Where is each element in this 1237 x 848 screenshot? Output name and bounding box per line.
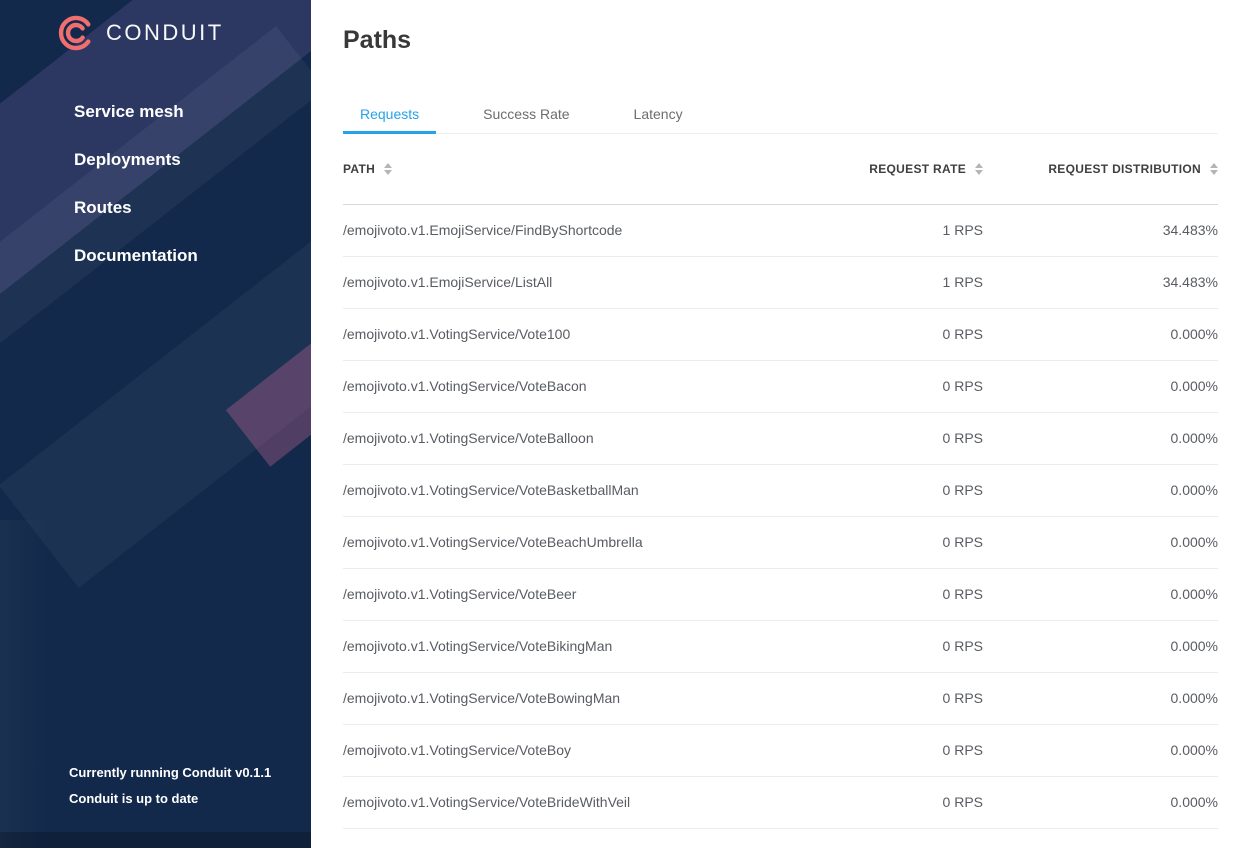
tab-latency[interactable]: Latency [617,97,700,133]
table-row: /emojivoto.v1.VotingService/VoteBasketba… [343,464,1218,516]
table-row: /emojivoto.v1.VotingService/VoteBacon0 R… [343,360,1218,412]
table-header-row: PATH REQUEST RATE REQUEST DISTRIBUTION [343,134,1218,204]
main-content: Paths Requests Success Rate Latency PATH R… [311,0,1237,848]
request-rate-cell: 0 RPS [743,516,983,568]
sidebar-decor-stripe [0,520,70,848]
path-cell: /emojivoto.v1.VotingService/VoteBikingMa… [343,620,743,672]
conduit-logo-text: CONDUIT [106,20,224,46]
column-header-path[interactable]: PATH [343,134,743,204]
request-distribution-cell: 0.000% [983,516,1218,568]
path-cell: /emojivoto.v1.VotingService/VoteBacon [343,360,743,412]
sidebar-item-deployments[interactable]: Deployments [0,136,311,184]
request-rate-cell: 0 RPS [743,828,983,848]
request-rate-cell: 0 RPS [743,672,983,724]
path-cell: /emojivoto.v1.VotingService/VoteBrideWit… [343,776,743,828]
request-rate-cell: 0 RPS [743,568,983,620]
column-header-label: REQUEST RATE [869,162,966,176]
sidebar-decor-bottom [0,832,311,848]
path-cell: /emojivoto.v1.EmojiService/ListAll [343,256,743,308]
table-row: /emojivoto.v1.VotingService/VoteBulb0 RP… [343,828,1218,848]
path-cell: /emojivoto.v1.VotingService/VoteBasketba… [343,464,743,516]
request-distribution-cell: 0.000% [983,568,1218,620]
request-distribution-cell: 0.000% [983,672,1218,724]
path-cell: /emojivoto.v1.VotingService/VoteBeachUmb… [343,516,743,568]
path-cell: /emojivoto.v1.VotingService/Vote100 [343,308,743,360]
column-header-request-rate[interactable]: REQUEST RATE [743,134,983,204]
path-cell: /emojivoto.v1.VotingService/VoteBeer [343,568,743,620]
sidebar-nav: Service meshDeploymentsRoutesDocumentati… [0,88,311,280]
sidebar-item-documentation[interactable]: Documentation [0,232,311,280]
request-rate-cell: 0 RPS [743,308,983,360]
table-row: /emojivoto.v1.VotingService/VoteBowingMa… [343,672,1218,724]
sort-icon [384,163,392,175]
sidebar: CONDUIT Service meshDeploymentsRoutesDoc… [0,0,311,848]
table-row: /emojivoto.v1.VotingService/VoteBikingMa… [343,620,1218,672]
sidebar-decor-accent [226,305,311,466]
sidebar-footer: Currently running Conduit v0.1.1 Conduit… [69,760,271,812]
path-cell: /emojivoto.v1.VotingService/VoteBowingMa… [343,672,743,724]
table-row: /emojivoto.v1.VotingService/VoteBalloon0… [343,412,1218,464]
request-rate-cell: 0 RPS [743,464,983,516]
conduit-logo-icon [56,13,96,53]
request-distribution-cell: 0.000% [983,412,1218,464]
table-row: /emojivoto.v1.EmojiService/FindByShortco… [343,204,1218,256]
table-row: /emojivoto.v1.VotingService/VoteBoy0 RPS… [343,724,1218,776]
request-distribution-cell: 0.000% [983,828,1218,848]
request-rate-cell: 0 RPS [743,360,983,412]
request-distribution-cell: 34.483% [983,204,1218,256]
table-row: /emojivoto.v1.VotingService/Vote1000 RPS… [343,308,1218,360]
table-row: /emojivoto.v1.VotingService/VoteBeachUmb… [343,516,1218,568]
request-distribution-cell: 0.000% [983,724,1218,776]
sidebar-item-routes[interactable]: Routes [0,184,311,232]
request-rate-cell: 0 RPS [743,412,983,464]
request-distribution-cell: 0.000% [983,620,1218,672]
sort-icon [1210,163,1218,175]
path-cell: /emojivoto.v1.VotingService/VoteBalloon [343,412,743,464]
path-cell: /emojivoto.v1.VotingService/VoteBoy [343,724,743,776]
update-status-line: Conduit is up to date [69,786,271,812]
request-distribution-cell: 0.000% [983,776,1218,828]
request-distribution-cell: 0.000% [983,360,1218,412]
request-rate-cell: 1 RPS [743,204,983,256]
table-row: /emojivoto.v1.VotingService/VoteBrideWit… [343,776,1218,828]
table-row: /emojivoto.v1.EmojiService/ListAll1 RPS3… [343,256,1218,308]
column-header-label: REQUEST DISTRIBUTION [1048,162,1201,176]
request-rate-cell: 0 RPS [743,724,983,776]
sort-icon [975,163,983,175]
paths-table: PATH REQUEST RATE REQUEST DISTRIBUTION [343,134,1218,848]
column-header-label: PATH [343,162,375,176]
tab-success-rate[interactable]: Success Rate [466,97,586,133]
table-row: /emojivoto.v1.VotingService/VoteBeer0 RP… [343,568,1218,620]
conduit-logo[interactable]: CONDUIT [56,13,224,53]
request-distribution-cell: 34.483% [983,256,1218,308]
request-rate-cell: 0 RPS [743,620,983,672]
tab-requests[interactable]: Requests [343,97,436,133]
sidebar-item-service-mesh[interactable]: Service mesh [0,88,311,136]
request-distribution-cell: 0.000% [983,308,1218,360]
page-title: Paths [343,26,1218,55]
table-body: /emojivoto.v1.EmojiService/FindByShortco… [343,204,1218,848]
column-header-request-distribution[interactable]: REQUEST DISTRIBUTION [983,134,1218,204]
request-rate-cell: 1 RPS [743,256,983,308]
tab-bar: Requests Success Rate Latency [343,97,1218,134]
path-cell: /emojivoto.v1.EmojiService/FindByShortco… [343,204,743,256]
request-distribution-cell: 0.000% [983,464,1218,516]
request-rate-cell: 0 RPS [743,776,983,828]
version-status-line: Currently running Conduit v0.1.1 [69,760,271,786]
path-cell: /emojivoto.v1.VotingService/VoteBulb [343,828,743,848]
